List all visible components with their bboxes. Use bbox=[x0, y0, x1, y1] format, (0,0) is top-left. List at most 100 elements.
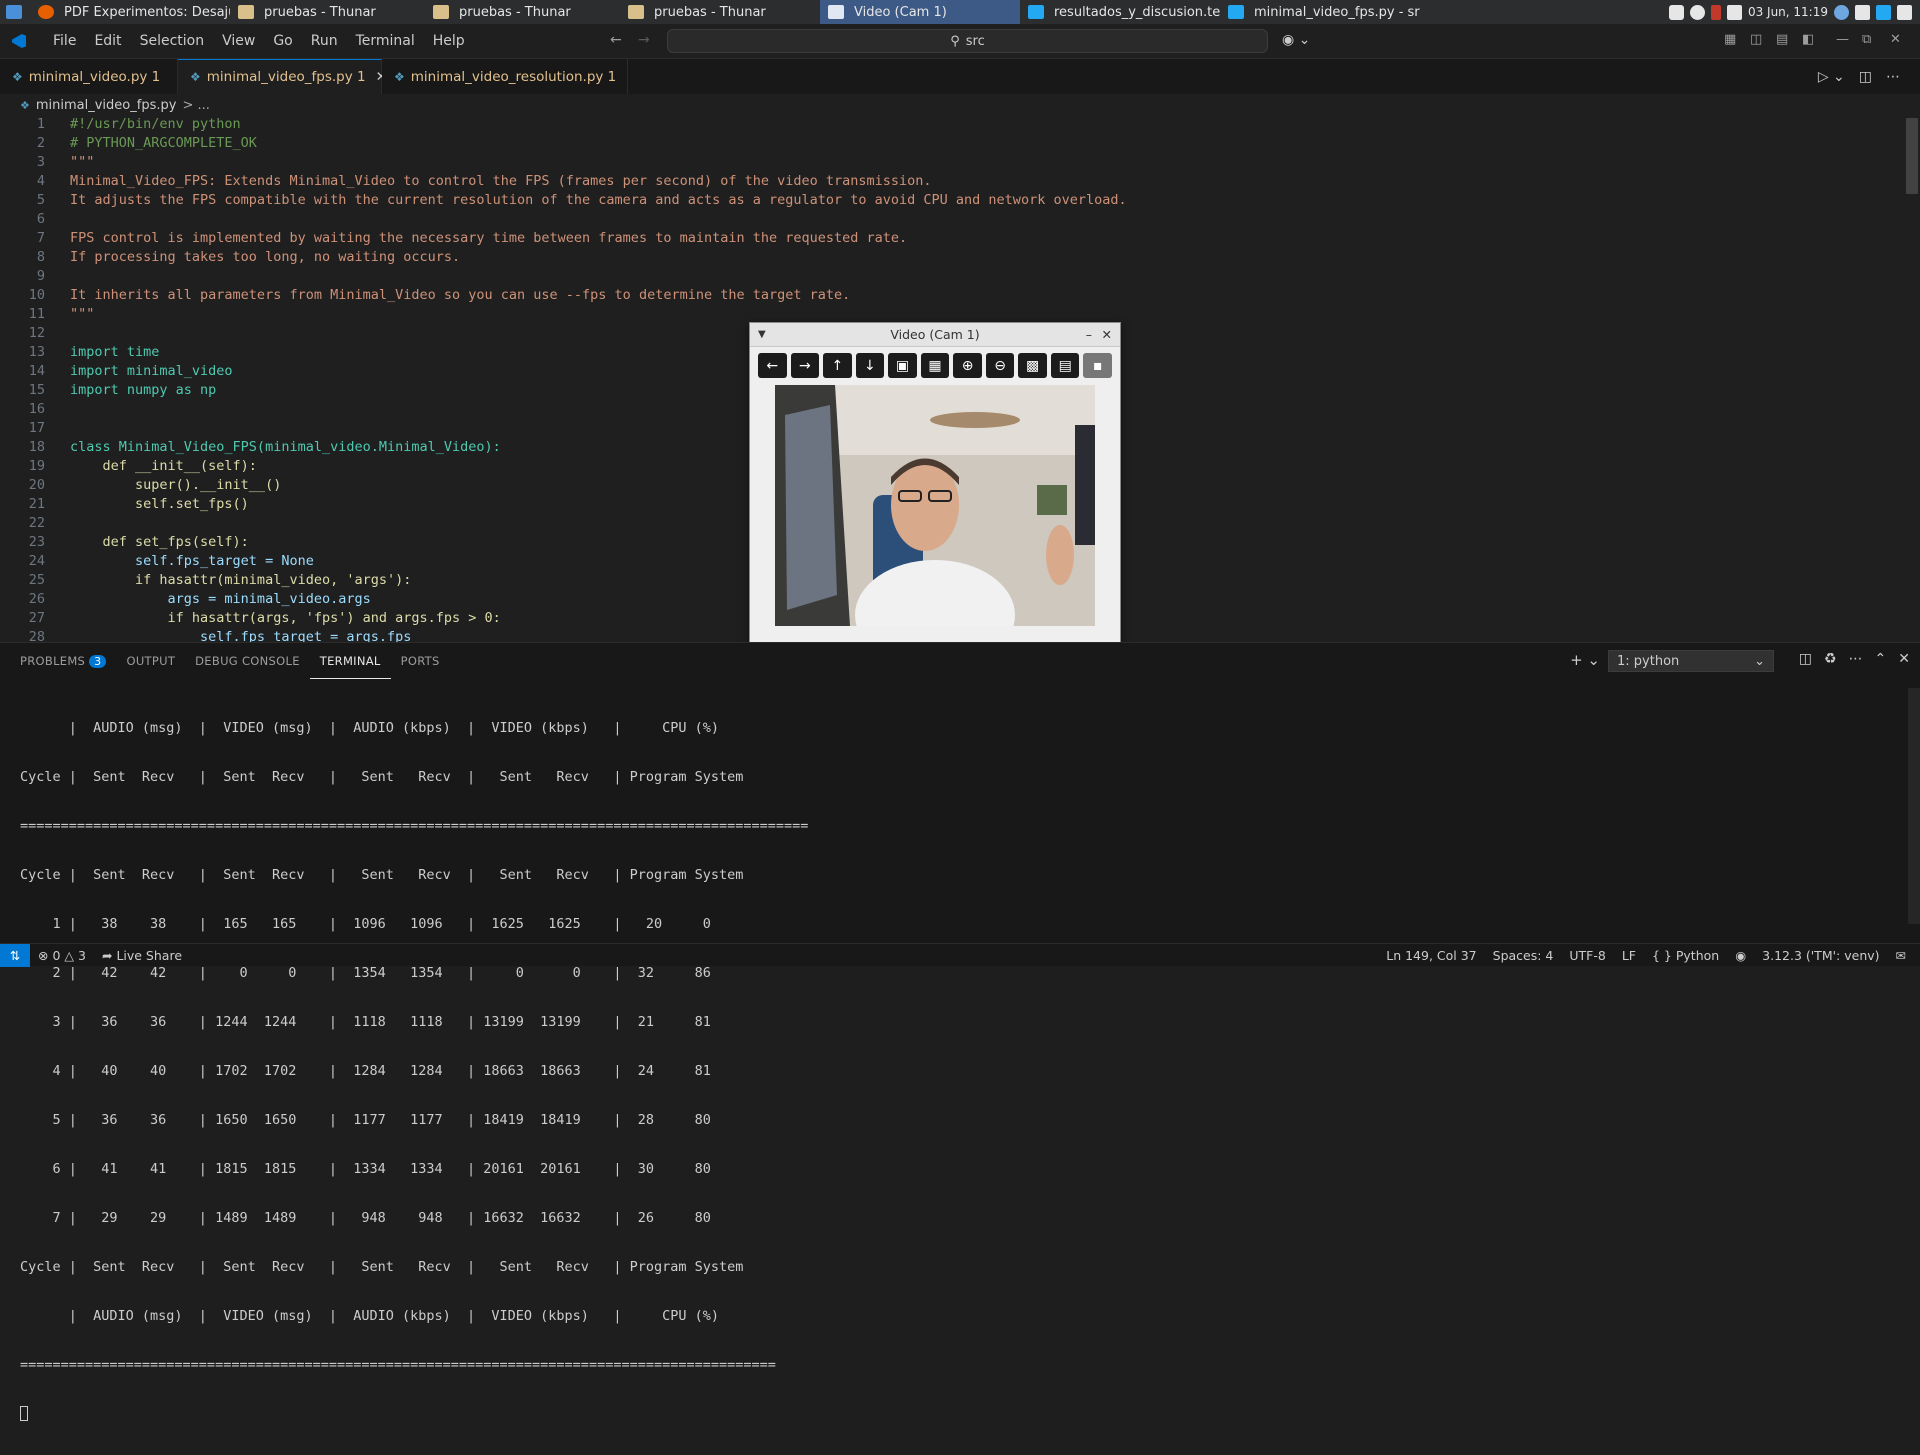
code-line: 1 #!/usr/bin/env python bbox=[36, 116, 241, 132]
minimize-icon[interactable]: – bbox=[1086, 323, 1092, 347]
pan-right-icon[interactable]: → bbox=[790, 353, 820, 378]
more-actions-icon[interactable]: ⋯ bbox=[1886, 69, 1900, 85]
video-window[interactable]: ▼ Video (Cam 1) – ✕ ← → ↑ ↓ ▣ ▦ ⊕ ⊖ ▩ ▤ … bbox=[749, 322, 1121, 646]
tab-debug-console[interactable]: DEBUG CONSOLE bbox=[185, 643, 310, 679]
webcam-frame bbox=[775, 385, 1095, 626]
toggle-secondary-sidebar-icon[interactable]: ◧ bbox=[1802, 32, 1814, 47]
taskbar-item-thunar-2[interactable]: pruebas - Thunar bbox=[425, 0, 620, 24]
tab-output[interactable]: OUTPUT bbox=[116, 643, 185, 679]
clock[interactable]: 03 Jun, 11:19 bbox=[1748, 5, 1828, 19]
copilot-status-icon[interactable]: ◉ bbox=[1727, 948, 1754, 963]
zoom-in-icon[interactable]: ⊕ bbox=[953, 353, 982, 378]
menu-run[interactable]: Run bbox=[302, 33, 347, 49]
menu-go[interactable]: Go bbox=[264, 33, 301, 49]
close-icon[interactable]: ✕ bbox=[1102, 323, 1112, 347]
tab-ports[interactable]: PORTS bbox=[391, 643, 450, 679]
maximize-icon[interactable]: ⧉ bbox=[1862, 32, 1871, 47]
tab-terminal[interactable]: TERMINAL bbox=[309, 643, 391, 679]
taskbar-item-vscode-tex[interactable]: resultados_y_discusion.tex - ... bbox=[1020, 0, 1220, 24]
taskbar-item-thunar-3[interactable]: pruebas - Thunar bbox=[620, 0, 820, 24]
back-arrow-icon[interactable]: ← bbox=[610, 32, 622, 48]
power-icon[interactable] bbox=[1689, 4, 1705, 20]
battery-icon[interactable] bbox=[1710, 4, 1721, 20]
live-share-button[interactable]: ➦ Live Share bbox=[94, 948, 190, 963]
image-icon[interactable]: ▣ bbox=[888, 353, 917, 378]
code-line: 4 Minimal_Video_FPS: Extends Minimal_Vide… bbox=[36, 173, 932, 189]
code-line: 21 self.set_fps() bbox=[28, 496, 249, 512]
video-window-titlebar[interactable]: ▼ Video (Cam 1) – ✕ bbox=[750, 323, 1120, 347]
command-center-search[interactable]: ⚲ src bbox=[667, 29, 1268, 53]
terminal-select[interactable]: 1: python ⌄ bbox=[1608, 650, 1774, 672]
editor-tabs: ❖ minimal_video.py 1 ❖ minimal_video_fps… bbox=[0, 59, 1920, 94]
terminal-line: | AUDIO (msg) | VIDEO (msg) | AUDIO (kbp… bbox=[20, 720, 719, 736]
terminal-scrollbar[interactable] bbox=[1908, 688, 1920, 924]
minimize-icon[interactable]: — bbox=[1836, 32, 1849, 47]
python-file-icon: ❖ bbox=[394, 69, 405, 84]
app-menu-icon[interactable] bbox=[0, 0, 30, 24]
terminal-line: 1 | 38 38 | 165 165 | 1096 1096 | 1625 1… bbox=[20, 916, 711, 932]
trash-icon[interactable]: ♻ bbox=[1824, 651, 1837, 667]
close-panel-icon[interactable]: ✕ bbox=[1898, 651, 1910, 667]
menu-file[interactable]: File bbox=[44, 33, 85, 49]
terminal-output[interactable]: | AUDIO (msg) | VIDEO (msg) | AUDIO (kbp… bbox=[20, 688, 808, 1455]
close-window-icon[interactable]: ✕ bbox=[1890, 32, 1901, 47]
indentation[interactable]: Spaces: 4 bbox=[1485, 948, 1562, 963]
code-line: 3 """ bbox=[36, 154, 95, 170]
remote-indicator-icon[interactable]: ⇅ bbox=[0, 943, 30, 967]
taskbar-item-pdf[interactable]: PDF Experimentos: Desajust... bbox=[30, 0, 230, 24]
copilot-icon[interactable]: ◉ ⌄ bbox=[1282, 32, 1310, 48]
code-line: 8 If processing takes too long, no waitin… bbox=[36, 249, 461, 265]
save-icon[interactable]: ▩ bbox=[1018, 353, 1047, 378]
menu-selection[interactable]: Selection bbox=[131, 33, 214, 49]
clipboard-icon[interactable]: ▤ bbox=[1050, 353, 1080, 378]
volume-icon[interactable] bbox=[1726, 4, 1742, 20]
network-icon[interactable] bbox=[1834, 4, 1849, 20]
pan-up-icon[interactable]: ↑ bbox=[823, 353, 852, 378]
taskbar-item-thunar-1[interactable]: pruebas - Thunar bbox=[230, 0, 425, 24]
toggle-sidebar-icon[interactable]: ◫ bbox=[1750, 32, 1762, 47]
cursor-position[interactable]: Ln 149, Col 37 bbox=[1378, 948, 1484, 963]
vscode-tray-icon[interactable] bbox=[1876, 4, 1891, 20]
taskbar-item-video[interactable]: Video (Cam 1) bbox=[820, 0, 1020, 24]
terminal-line: 6 | 41 41 | 1815 1815 | 1334 1334 | 2016… bbox=[20, 1161, 711, 1177]
menu-edit[interactable]: Edit bbox=[85, 33, 130, 49]
tab-problems[interactable]: PROBLEMS 3 bbox=[0, 643, 116, 679]
split-terminal-icon[interactable]: ◫ bbox=[1799, 651, 1812, 667]
menu-tray-icon[interactable] bbox=[1897, 4, 1912, 20]
notifications-bell-icon[interactable]: ✉ bbox=[1888, 948, 1914, 963]
encoding[interactable]: UTF-8 bbox=[1561, 948, 1613, 963]
video-toolbar: ← → ↑ ↓ ▣ ▦ ⊕ ⊖ ▩ ▤ ▪ bbox=[750, 347, 1120, 384]
zoom-fit-icon[interactable]: ▦ bbox=[920, 353, 950, 378]
toggle-panel-icon[interactable]: ▤ bbox=[1776, 32, 1788, 47]
breadcrumb-symbol[interactable]: > ... bbox=[182, 98, 209, 113]
editor-scrollbar[interactable] bbox=[1906, 118, 1918, 194]
maximize-panel-icon[interactable]: ⌃ bbox=[1875, 651, 1887, 667]
breadcrumb-file[interactable]: minimal_video_fps.py bbox=[36, 98, 177, 113]
pan-left-icon[interactable]: ← bbox=[758, 353, 787, 378]
terminal-tray-icon[interactable] bbox=[1855, 4, 1870, 20]
forward-arrow-icon[interactable]: → bbox=[638, 32, 650, 48]
terminal-cursor[interactable] bbox=[20, 1406, 808, 1423]
split-editor-icon[interactable]: ◫ bbox=[1859, 69, 1872, 85]
tab-minimal-video-fps[interactable]: ❖ minimal_video_fps.py 1 ✕ bbox=[178, 59, 387, 94]
notification-bell-icon[interactable] bbox=[1668, 4, 1684, 20]
zoom-out-icon[interactable]: ⊖ bbox=[985, 353, 1015, 378]
window-menu-icon[interactable]: ▼ bbox=[758, 323, 766, 347]
pan-down-icon[interactable]: ↓ bbox=[855, 353, 885, 378]
tab-minimal-video[interactable]: ❖ minimal_video.py 1 bbox=[0, 59, 178, 94]
more-actions-icon[interactable]: ⋯ bbox=[1849, 651, 1863, 667]
language-mode[interactable]: { } Python bbox=[1644, 948, 1727, 963]
end-of-line[interactable]: LF bbox=[1614, 948, 1644, 963]
menu-terminal[interactable]: Terminal bbox=[347, 33, 424, 49]
taskbar-item-vscode-fps[interactable]: minimal_video_fps.py - src - ... bbox=[1220, 0, 1420, 24]
code-line: 20 super().__init__() bbox=[28, 477, 282, 493]
python-interpreter[interactable]: 3.12.3 ('TM': venv) bbox=[1754, 948, 1887, 963]
save-as-icon[interactable]: ▪ bbox=[1083, 353, 1113, 378]
problems-status[interactable]: ⊗ 0 △ 3 bbox=[30, 948, 94, 963]
new-terminal-icon[interactable]: + ⌄ bbox=[1570, 651, 1600, 669]
menu-help[interactable]: Help bbox=[424, 33, 474, 49]
run-python-file-icon[interactable]: ▷ ⌄ bbox=[1818, 69, 1845, 85]
menu-view[interactable]: View bbox=[213, 33, 264, 49]
tab-minimal-video-resolution[interactable]: ❖ minimal_video_resolution.py 1 bbox=[382, 59, 628, 94]
layout-customize-icon[interactable]: ▦ bbox=[1724, 32, 1736, 47]
